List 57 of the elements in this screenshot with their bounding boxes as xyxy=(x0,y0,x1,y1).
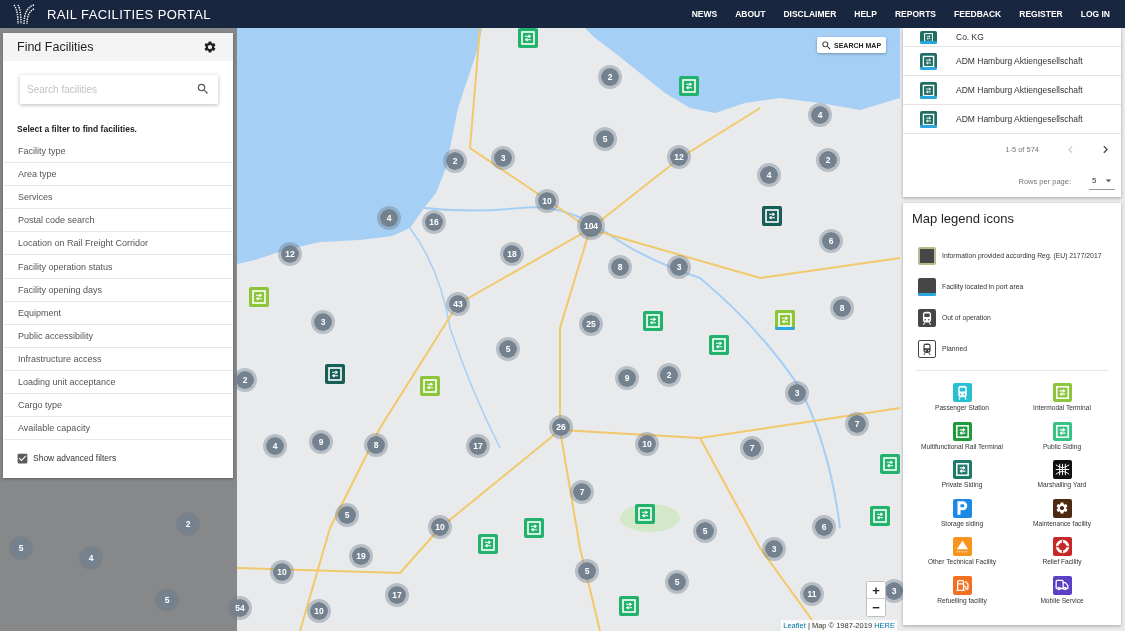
marker-icon[interactable] xyxy=(679,76,699,96)
marker-icon[interactable] xyxy=(709,335,729,355)
marker-icon[interactable] xyxy=(762,206,782,226)
checkbox-label: Show advanced filters xyxy=(33,453,117,464)
filter-item[interactable]: Postal code search xyxy=(4,209,232,233)
train-outline-icon xyxy=(918,339,936,358)
filter-item[interactable]: Infrastructure access xyxy=(4,347,232,371)
rows-per-page-select[interactable]: 5 xyxy=(1089,172,1115,190)
train-icon xyxy=(918,308,936,327)
marker-icon[interactable] xyxy=(635,504,655,524)
filter-item[interactable]: Public accessibility xyxy=(4,324,232,348)
marker-icon[interactable] xyxy=(870,506,890,526)
square-with-strip-icon xyxy=(918,277,936,296)
panel-title: Find Facilities xyxy=(17,40,94,54)
nav-link[interactable]: REPORTS xyxy=(894,9,937,19)
filter-item[interactable]: Location on Rail Freight Corridor xyxy=(4,232,232,256)
marker-icon[interactable] xyxy=(643,311,663,331)
search-icon xyxy=(821,39,832,51)
filter-item[interactable]: Services xyxy=(4,186,232,210)
nav-link[interactable]: DISCLAIMER xyxy=(783,9,837,19)
marker-icon[interactable] xyxy=(518,28,538,48)
filter-item[interactable]: Cargo type xyxy=(4,394,232,418)
search-field[interactable]: Search facilities xyxy=(20,75,218,104)
marker-icon[interactable] xyxy=(619,596,639,616)
rail-tracks-icon xyxy=(13,3,35,25)
legend-title: Map legend icons xyxy=(912,211,1015,226)
filter-item[interactable]: Facility type xyxy=(4,140,232,164)
marker-icon[interactable] xyxy=(524,518,544,538)
checkbox[interactable] xyxy=(16,451,29,465)
zoom-in-button[interactable]: + xyxy=(867,582,885,599)
marker-icon[interactable] xyxy=(249,287,269,307)
search-icon[interactable] xyxy=(196,82,210,96)
filter-item[interactable]: Equipment xyxy=(4,301,232,325)
filter-hint: Select a filter to find facilities. xyxy=(17,124,138,134)
marker-icon[interactable] xyxy=(420,376,440,396)
marker-icon[interactable] xyxy=(478,534,498,554)
filter-item[interactable]: Available capacity xyxy=(4,417,232,441)
facility-name[interactable]: ADM Hamburg Aktiengesellschaft xyxy=(956,114,1083,124)
facility-name[interactable]: Co. KG xyxy=(956,32,984,42)
nav-link[interactable]: FEEDBACK xyxy=(954,9,1002,19)
facility-name[interactable]: ADM Hamburg Aktiengesellschaft xyxy=(956,56,1083,66)
filter-item[interactable]: Area type xyxy=(4,163,232,187)
nav-link[interactable]: REGISTER xyxy=(1019,9,1063,19)
nav-link[interactable]: ABOUT xyxy=(735,9,766,19)
portal-title: RAIL FACILITIES PORTAL xyxy=(47,6,211,22)
marker-icon[interactable] xyxy=(775,310,795,330)
facility-name[interactable]: ADM Hamburg Aktiengesellschaft xyxy=(956,85,1083,95)
nav-link[interactable]: LOG IN xyxy=(1080,9,1110,19)
marker-icon[interactable] xyxy=(325,364,345,384)
settings-icon[interactable] xyxy=(203,40,217,54)
marker-icon[interactable] xyxy=(880,454,900,474)
filter-item[interactable]: Loading unit acceptance xyxy=(4,370,232,395)
nav-link[interactable]: NEWS xyxy=(691,9,718,19)
nav-link[interactable]: HELP xyxy=(854,9,877,19)
filter-item[interactable]: Facility opening days xyxy=(4,278,232,302)
filter-item[interactable]: Facility operation status xyxy=(4,255,232,279)
square-icon xyxy=(918,246,936,265)
